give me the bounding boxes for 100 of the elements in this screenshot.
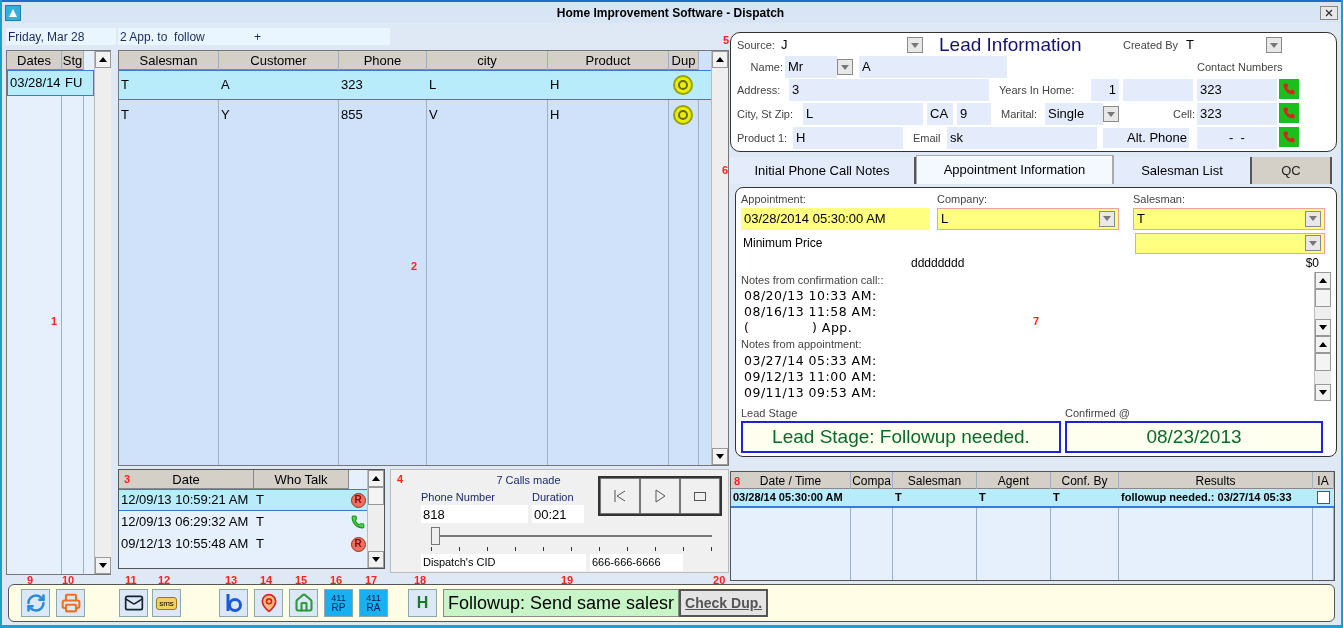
column-header[interactable]: Conf. By bbox=[1051, 472, 1119, 489]
toolbar-button[interactable]: H bbox=[408, 589, 437, 617]
scroll-up-button[interactable] bbox=[1315, 336, 1331, 353]
scroll-down-button[interactable] bbox=[1315, 319, 1331, 336]
printer-icon bbox=[60, 593, 81, 613]
table-row[interactable]: T A 323 L H bbox=[119, 70, 711, 100]
column-header[interactable]: Who Talk bbox=[254, 470, 349, 489]
tab[interactable]: Initial Phone Call Notes bbox=[730, 157, 916, 184]
column-header[interactable]: Agent bbox=[977, 472, 1051, 489]
slider-thumb[interactable] bbox=[431, 527, 440, 545]
toolbar-button[interactable] bbox=[119, 589, 148, 617]
close-button[interactable] bbox=[1320, 5, 1338, 20]
city-field[interactable]: L bbox=[803, 103, 923, 125]
column-header[interactable]: Salesman bbox=[119, 51, 219, 70]
address-field[interactable]: 3 bbox=[789, 79, 989, 101]
marital-field[interactable]: Single bbox=[1045, 103, 1103, 125]
playback-slider[interactable] bbox=[431, 527, 712, 553]
checkbox[interactable] bbox=[1317, 491, 1330, 504]
email-field[interactable]: sk bbox=[947, 127, 1097, 149]
rewind-button[interactable] bbox=[600, 478, 640, 514]
column-header[interactable]: Results bbox=[1119, 472, 1313, 489]
column-header[interactable]: city bbox=[427, 51, 548, 70]
scrollbar[interactable] bbox=[1314, 271, 1331, 336]
call-row[interactable]: 12/09/13 10:59:21 AM T R bbox=[119, 489, 367, 511]
phone-field[interactable]: 323 bbox=[1197, 79, 1277, 101]
column-header[interactable]: Salesman bbox=[893, 472, 977, 489]
toolbar-button[interactable]: sms bbox=[152, 589, 181, 617]
appointment-date-field[interactable]: 03/28/2014 05:30:00 AM bbox=[741, 207, 929, 230]
dropdown-button[interactable] bbox=[1103, 106, 1119, 122]
caret-down-icon bbox=[99, 563, 107, 568]
zip-field[interactable]: 9 bbox=[957, 103, 991, 125]
table-cell-text: T bbox=[120, 76, 130, 95]
field-label: Created By bbox=[1123, 37, 1179, 53]
tab[interactable]: Appointment Information bbox=[916, 155, 1114, 184]
dropdown-button[interactable] bbox=[837, 59, 853, 75]
toolbar-button[interactable]: 411 RP bbox=[324, 589, 353, 617]
company-dropdown[interactable]: L bbox=[937, 207, 1119, 230]
phone-number-field[interactable]: 818 bbox=[421, 505, 528, 523]
column-header[interactable]: Dup bbox=[669, 51, 699, 70]
phone-field[interactable]: 323 bbox=[1197, 103, 1277, 125]
annotation-number: 3 bbox=[124, 474, 131, 485]
table-cell-text: L bbox=[428, 76, 438, 95]
column-header[interactable]: Phone bbox=[339, 51, 427, 70]
phone-call-button[interactable] bbox=[1279, 79, 1299, 99]
scroll-up-button[interactable] bbox=[712, 51, 728, 68]
scrollbar[interactable] bbox=[1314, 336, 1331, 401]
play-button[interactable] bbox=[640, 478, 680, 514]
phone-icon bbox=[1283, 131, 1295, 143]
recording-badge[interactable]: R bbox=[350, 492, 366, 508]
column-header[interactable]: Product bbox=[548, 51, 669, 70]
scroll-up-button[interactable] bbox=[1315, 271, 1331, 289]
scroll-down-button[interactable] bbox=[95, 557, 111, 574]
table-row[interactable]: 03/28/14 FU bbox=[7, 70, 94, 96]
scrollbar[interactable] bbox=[94, 51, 111, 574]
caret-down-icon bbox=[372, 557, 380, 562]
scroll-down-button[interactable] bbox=[1315, 383, 1331, 401]
column-header[interactable]: Compa bbox=[851, 472, 893, 489]
dropdown-button[interactable] bbox=[907, 37, 923, 53]
source-field[interactable]: J bbox=[777, 35, 907, 55]
stop-button[interactable] bbox=[680, 478, 720, 514]
dropdown-button[interactable] bbox=[1305, 210, 1321, 227]
call-row[interactable]: 09/12/13 10:55:48 AM T R bbox=[119, 533, 367, 555]
add-button[interactable]: + bbox=[252, 28, 390, 45]
dropdown-button[interactable] bbox=[1099, 210, 1115, 227]
product-field[interactable]: H bbox=[793, 127, 903, 149]
text-field[interactable] bbox=[1123, 79, 1193, 101]
column-header[interactable]: Customer bbox=[219, 51, 339, 70]
phone-call-button[interactable] bbox=[1279, 127, 1299, 147]
scroll-down-button[interactable] bbox=[368, 551, 384, 568]
tab[interactable]: Salesman List bbox=[1114, 157, 1252, 184]
toolbar-button[interactable]: 411 RA bbox=[359, 589, 388, 617]
state-field[interactable]: CA bbox=[927, 103, 953, 125]
salesman-dropdown[interactable]: T bbox=[1133, 207, 1325, 230]
table-row[interactable]: T Y 855 V H bbox=[119, 100, 711, 130]
phone-icon[interactable] bbox=[351, 515, 365, 529]
column-header[interactable]: Stg bbox=[62, 51, 84, 70]
check-duplicates-button[interactable]: Check Dup. bbox=[679, 589, 769, 617]
current-date: Friday, Mar 28 bbox=[6, 28, 116, 45]
name-field[interactable]: A bbox=[859, 56, 1007, 78]
table-row[interactable]: 03/28/14 05:30:00 AM T T T followup needed.: 03/27/14 05:33 bbox=[731, 489, 1334, 508]
duplicate-indicator-icon[interactable] bbox=[673, 105, 693, 125]
recording-badge[interactable]: R bbox=[350, 536, 366, 552]
dropdown-button[interactable] bbox=[1305, 235, 1321, 251]
scroll-thumb[interactable] bbox=[1315, 353, 1331, 371]
years-field[interactable]: 1 bbox=[1091, 79, 1119, 101]
scroll-thumb[interactable] bbox=[368, 487, 384, 505]
dropdown-button[interactable] bbox=[1266, 37, 1283, 53]
title-field[interactable]: Mr bbox=[785, 56, 837, 78]
call-row[interactable]: 12/09/13 06:29:32 AM T bbox=[119, 511, 367, 533]
scroll-up-button[interactable] bbox=[95, 51, 111, 68]
scroll-up-button[interactable] bbox=[368, 470, 384, 487]
created-by-field[interactable]: T bbox=[1186, 35, 1267, 55]
scrollbar[interactable] bbox=[711, 51, 728, 465]
duplicate-indicator-icon[interactable] bbox=[673, 75, 693, 95]
scrollbar[interactable] bbox=[367, 470, 384, 568]
scroll-down-button[interactable] bbox=[712, 448, 728, 465]
column-header[interactable]: IA bbox=[1313, 472, 1334, 489]
column-header[interactable]: Dates bbox=[7, 51, 62, 70]
phone-field[interactable]: - - bbox=[1197, 127, 1277, 149]
phone-call-button[interactable] bbox=[1279, 103, 1299, 123]
